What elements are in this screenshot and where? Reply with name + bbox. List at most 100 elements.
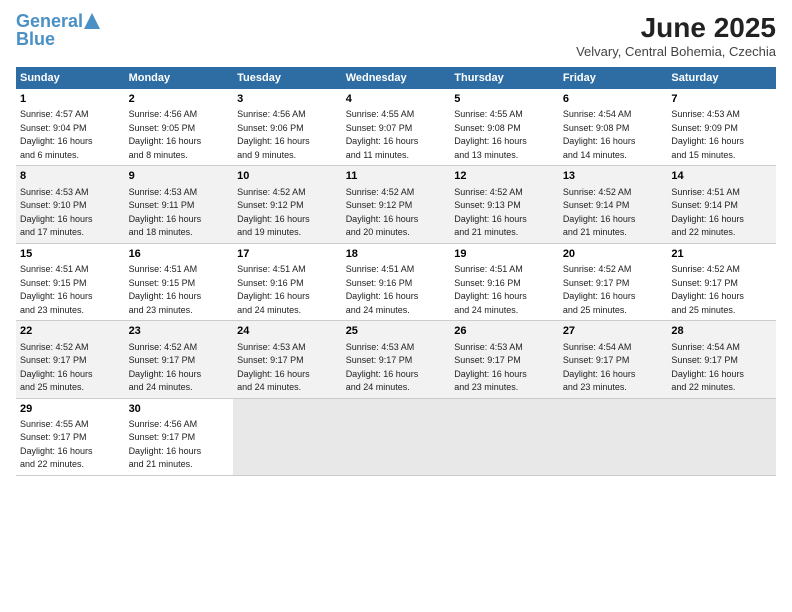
header: General Blue June 2025 Velvary, Central … [16, 12, 776, 59]
week-row-1: 1 Sunrise: 4:57 AM Sunset: 9:04 PM Daylig… [16, 89, 776, 166]
day-cell: 10 Sunrise: 4:52 AM Sunset: 9:12 PM Dayli… [233, 166, 342, 243]
day-cell [233, 398, 342, 475]
day-cell: 1 Sunrise: 4:57 AM Sunset: 9:04 PM Daylig… [16, 89, 125, 166]
day-info: Sunrise: 4:52 AM Sunset: 9:12 PM Dayligh… [237, 187, 310, 238]
day-number: 21 [671, 247, 772, 262]
day-cell [450, 398, 559, 475]
day-cell: 8 Sunrise: 4:53 AM Sunset: 9:10 PM Daylig… [16, 166, 125, 243]
day-number: 17 [237, 247, 338, 262]
day-info: Sunrise: 4:56 AM Sunset: 9:17 PM Dayligh… [129, 419, 202, 470]
day-cell: 4Sunrise: 4:55 AM Sunset: 9:07 PM Daylig… [342, 89, 451, 166]
week-row-4: 22 Sunrise: 4:52 AM Sunset: 9:17 PM Dayli… [16, 321, 776, 398]
day-info: Sunrise: 4:52 AM Sunset: 9:13 PM Dayligh… [454, 187, 527, 238]
day-cell: 7 Sunrise: 4:53 AM Sunset: 9:09 PM Daylig… [667, 89, 776, 166]
day-info: Sunrise: 4:54 AM Sunset: 9:08 PM Dayligh… [563, 109, 636, 160]
day-cell [342, 398, 451, 475]
calendar-table: SundayMondayTuesdayWednesdayThursdayFrid… [16, 67, 776, 476]
day-number: 26 [454, 324, 555, 339]
day-number: 25 [346, 324, 447, 339]
day-cell: 19 Sunrise: 4:51 AM Sunset: 9:16 PM Dayli… [450, 243, 559, 320]
day-cell: 6 Sunrise: 4:54 AM Sunset: 9:08 PM Daylig… [559, 89, 668, 166]
day-cell: 14 Sunrise: 4:51 AM Sunset: 9:14 PM Dayli… [667, 166, 776, 243]
day-info: Sunrise: 4:54 AM Sunset: 9:17 PM Dayligh… [563, 342, 636, 393]
logo: General Blue [16, 12, 101, 50]
day-info: Sunrise: 4:55 AM Sunset: 9:08 PM Dayligh… [454, 109, 527, 160]
day-number: 3 [237, 92, 338, 107]
month-year: June 2025 [576, 12, 776, 44]
day-number: 13 [563, 169, 664, 184]
day-info: Sunrise: 4:51 AM Sunset: 9:16 PM Dayligh… [454, 264, 527, 315]
location: Velvary, Central Bohemia, Czechia [576, 44, 776, 59]
day-cell [667, 398, 776, 475]
day-number: 9 [129, 169, 230, 184]
col-header-friday: Friday [559, 67, 668, 89]
day-info: Sunrise: 4:51 AM Sunset: 9:14 PM Dayligh… [671, 187, 744, 238]
day-cell [559, 398, 668, 475]
day-cell: 25Sunrise: 4:53 AM Sunset: 9:17 PM Dayli… [342, 321, 451, 398]
day-info: Sunrise: 4:57 AM Sunset: 9:04 PM Dayligh… [20, 109, 93, 160]
day-number: 7 [671, 92, 772, 107]
day-number: 28 [671, 324, 772, 339]
day-number: 23 [129, 324, 230, 339]
day-cell: 3 Sunrise: 4:56 AM Sunset: 9:06 PM Daylig… [233, 89, 342, 166]
day-info: Sunrise: 4:53 AM Sunset: 9:11 PM Dayligh… [129, 187, 202, 238]
day-cell: 11Sunrise: 4:52 AM Sunset: 9:12 PM Dayli… [342, 166, 451, 243]
week-row-5: 29Sunrise: 4:55 AM Sunset: 9:17 PM Dayli… [16, 398, 776, 475]
day-cell: 15 Sunrise: 4:51 AM Sunset: 9:15 PM Dayli… [16, 243, 125, 320]
day-info: Sunrise: 4:53 AM Sunset: 9:10 PM Dayligh… [20, 187, 93, 238]
day-info: Sunrise: 4:54 AM Sunset: 9:17 PM Dayligh… [671, 342, 744, 393]
day-cell: 21 Sunrise: 4:52 AM Sunset: 9:17 PM Dayli… [667, 243, 776, 320]
day-cell: 17 Sunrise: 4:51 AM Sunset: 9:16 PM Dayli… [233, 243, 342, 320]
day-info: Sunrise: 4:52 AM Sunset: 9:17 PM Dayligh… [671, 264, 744, 315]
day-info: Sunrise: 4:52 AM Sunset: 9:14 PM Dayligh… [563, 187, 636, 238]
day-info: Sunrise: 4:52 AM Sunset: 9:17 PM Dayligh… [129, 342, 202, 393]
day-cell: 27 Sunrise: 4:54 AM Sunset: 9:17 PM Dayli… [559, 321, 668, 398]
day-cell: 23 Sunrise: 4:52 AM Sunset: 9:17 PM Dayli… [125, 321, 234, 398]
day-number: 1 [20, 92, 121, 107]
day-info: Sunrise: 4:51 AM Sunset: 9:16 PM Dayligh… [237, 264, 310, 315]
day-number: 27 [563, 324, 664, 339]
day-info: Sunrise: 4:51 AM Sunset: 9:15 PM Dayligh… [129, 264, 202, 315]
day-number: 24 [237, 324, 338, 339]
day-number: 6 [563, 92, 664, 107]
col-header-saturday: Saturday [667, 67, 776, 89]
col-header-wednesday: Wednesday [342, 67, 451, 89]
day-cell: 22 Sunrise: 4:52 AM Sunset: 9:17 PM Dayli… [16, 321, 125, 398]
day-cell: 5 Sunrise: 4:55 AM Sunset: 9:08 PM Daylig… [450, 89, 559, 166]
day-cell: 24 Sunrise: 4:53 AM Sunset: 9:17 PM Dayli… [233, 321, 342, 398]
day-cell: 18 Sunrise: 4:51 AM Sunset: 9:16 PM Dayli… [342, 243, 451, 320]
day-number: 15 [20, 247, 121, 262]
day-number: 30 [129, 402, 230, 417]
day-info: Sunrise: 4:56 AM Sunset: 9:06 PM Dayligh… [237, 109, 310, 160]
col-header-sunday: Sunday [16, 67, 125, 89]
calendar-page: General Blue June 2025 Velvary, Central … [0, 0, 792, 612]
day-cell: 28 Sunrise: 4:54 AM Sunset: 9:17 PM Dayli… [667, 321, 776, 398]
day-cell: 30 Sunrise: 4:56 AM Sunset: 9:17 PM Dayli… [125, 398, 234, 475]
day-info: Sunrise: 4:53 AM Sunset: 9:17 PM Dayligh… [237, 342, 310, 393]
day-number: 12 [454, 169, 555, 184]
day-cell: 13 Sunrise: 4:52 AM Sunset: 9:14 PM Dayli… [559, 166, 668, 243]
day-number: 10 [237, 169, 338, 184]
day-info: Sunrise: 4:51 AM Sunset: 9:16 PM Dayligh… [346, 264, 419, 315]
day-info: Sunrise: 4:52 AM Sunset: 9:17 PM Dayligh… [20, 342, 93, 393]
day-number: 18 [346, 247, 447, 262]
day-number: 14 [671, 169, 772, 184]
day-number: 19 [454, 247, 555, 262]
day-info: Sunrise: 4:51 AM Sunset: 9:15 PM Dayligh… [20, 264, 93, 315]
day-number: 22 [20, 324, 121, 339]
day-cell: 2Sunrise: 4:56 AM Sunset: 9:05 PM Daylig… [125, 89, 234, 166]
logo-blue-text: Blue [16, 29, 55, 49]
day-number: 5 [454, 92, 555, 107]
logo-text: General [16, 12, 83, 30]
day-info: Sunrise: 4:53 AM Sunset: 9:09 PM Dayligh… [671, 109, 744, 160]
day-info: Sunrise: 4:55 AM Sunset: 9:17 PM Dayligh… [20, 419, 93, 470]
day-number: 20 [563, 247, 664, 262]
day-number: 8 [20, 169, 121, 184]
day-cell: 12 Sunrise: 4:52 AM Sunset: 9:13 PM Dayli… [450, 166, 559, 243]
day-number: 11 [346, 169, 447, 184]
day-info: Sunrise: 4:53 AM Sunset: 9:17 PM Dayligh… [454, 342, 527, 393]
day-cell: 9 Sunrise: 4:53 AM Sunset: 9:11 PM Daylig… [125, 166, 234, 243]
logo-triangle-icon [83, 12, 101, 30]
day-cell: 29Sunrise: 4:55 AM Sunset: 9:17 PM Dayli… [16, 398, 125, 475]
day-number: 16 [129, 247, 230, 262]
